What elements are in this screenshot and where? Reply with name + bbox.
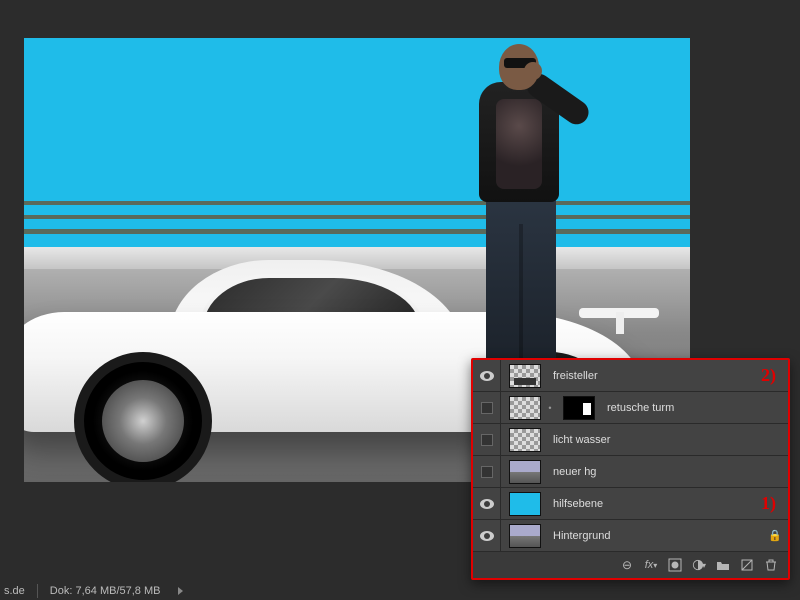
annotation-number: 1) bbox=[761, 493, 776, 514]
visibility-toggle[interactable] bbox=[473, 456, 501, 487]
layer-thumbnail[interactable] bbox=[509, 364, 541, 388]
layer-name-label[interactable]: hilfsebene bbox=[553, 498, 757, 510]
layer-row[interactable]: Hintergrund 🔒 bbox=[473, 520, 788, 552]
eye-icon bbox=[480, 499, 494, 509]
layer-thumbnail[interactable] bbox=[509, 460, 541, 484]
status-bar: s.de Dok: 7,64 MB/57,8 MB bbox=[0, 582, 260, 600]
visibility-toggle[interactable] bbox=[473, 360, 501, 391]
visibility-off-icon bbox=[481, 402, 493, 414]
layers-panel: freisteller 2) • retusche turm licht was… bbox=[471, 358, 790, 580]
doc-size-readout: Dok: 7,64 MB/57,8 MB bbox=[50, 585, 161, 597]
layer-thumbnail[interactable] bbox=[509, 428, 541, 452]
layer-thumbnail[interactable] bbox=[509, 396, 541, 420]
layer-thumbnail[interactable] bbox=[509, 524, 541, 548]
new-layer-icon[interactable] bbox=[740, 558, 754, 572]
add-mask-icon[interactable] bbox=[668, 558, 682, 572]
link-layers-icon[interactable]: ⊖ bbox=[620, 558, 634, 572]
lock-icon: 🔒 bbox=[762, 529, 788, 542]
visibility-toggle[interactable] bbox=[473, 520, 501, 551]
delete-layer-icon[interactable] bbox=[764, 558, 778, 572]
mask-link-icon[interactable]: • bbox=[545, 403, 555, 413]
adjustment-layer-icon[interactable]: ▾ bbox=[692, 558, 706, 572]
layer-name-label[interactable]: neuer hg bbox=[553, 466, 788, 478]
new-group-icon[interactable] bbox=[716, 558, 730, 572]
annotation-number: 2) bbox=[761, 365, 776, 386]
layer-name-label[interactable]: licht wasser bbox=[553, 434, 788, 446]
status-menu-arrow-icon[interactable] bbox=[178, 587, 183, 595]
eye-icon bbox=[480, 531, 494, 541]
status-left-fragment: s.de bbox=[4, 585, 25, 597]
visibility-off-icon bbox=[481, 466, 493, 478]
visibility-off-icon bbox=[481, 434, 493, 446]
layer-name-label[interactable]: freisteller bbox=[553, 370, 757, 382]
visibility-toggle[interactable] bbox=[473, 424, 501, 455]
visibility-toggle[interactable] bbox=[473, 392, 501, 423]
eye-icon bbox=[480, 371, 494, 381]
status-separator bbox=[37, 584, 38, 598]
layer-row[interactable]: licht wasser bbox=[473, 424, 788, 456]
person-graphic bbox=[454, 44, 594, 394]
layers-panel-footer: ⊖ fx▾ ▾ bbox=[473, 552, 788, 578]
visibility-toggle[interactable] bbox=[473, 488, 501, 519]
layer-mask-thumbnail[interactable] bbox=[563, 396, 595, 420]
layer-row[interactable]: freisteller 2) bbox=[473, 360, 788, 392]
layer-thumbnail[interactable] bbox=[509, 492, 541, 516]
layer-name-label[interactable]: Hintergrund bbox=[553, 530, 762, 542]
layer-row[interactable]: • retusche turm bbox=[473, 392, 788, 424]
layer-fx-icon[interactable]: fx▾ bbox=[644, 558, 658, 572]
layer-row[interactable]: hilfsebene 1) bbox=[473, 488, 788, 520]
layer-row[interactable]: neuer hg bbox=[473, 456, 788, 488]
layer-name-label[interactable]: retusche turm bbox=[607, 402, 788, 414]
